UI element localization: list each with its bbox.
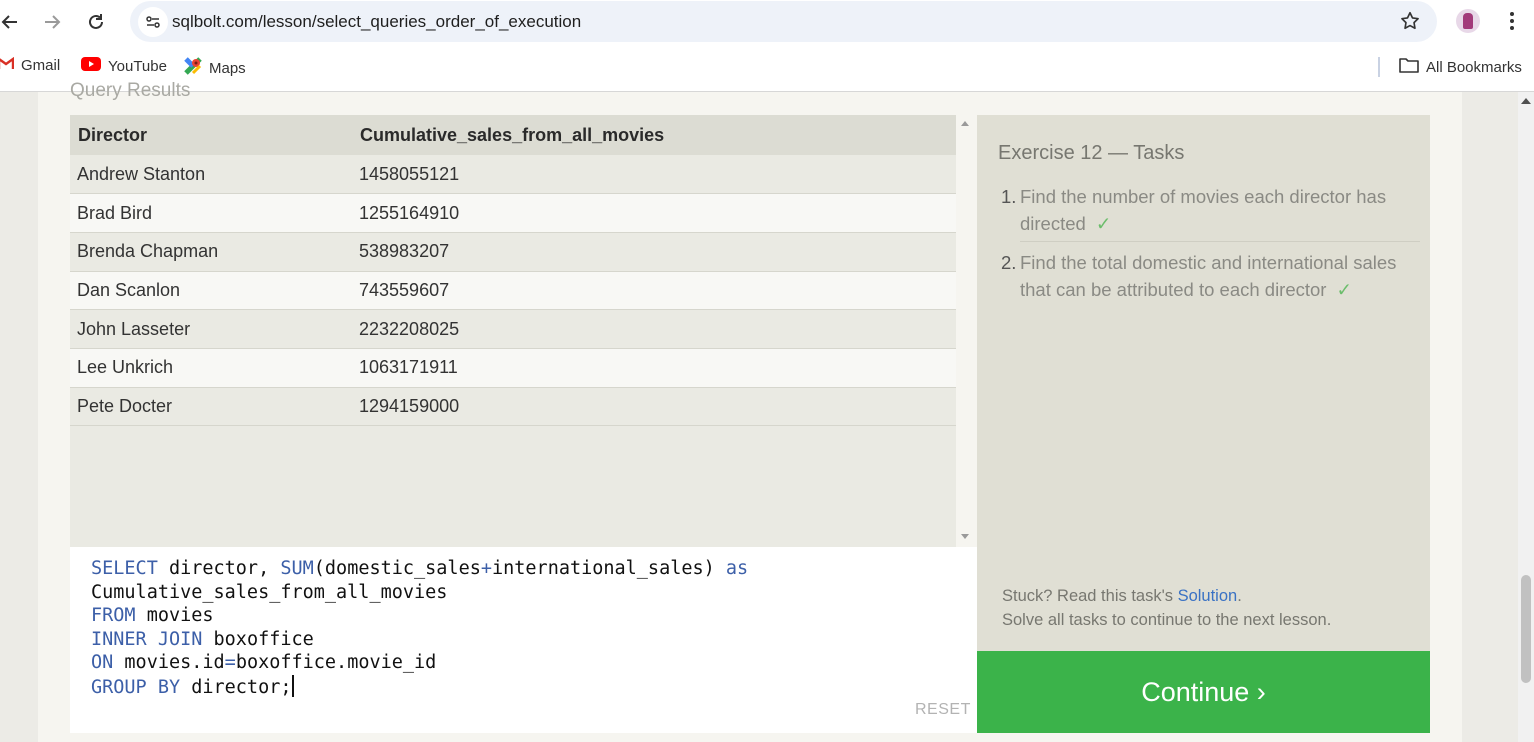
youtube-icon: [81, 57, 101, 75]
browser-menu-icon[interactable]: [1500, 9, 1524, 33]
sql-keyword: SUM: [280, 558, 314, 579]
task-number: 2.: [1001, 252, 1017, 273]
task-item: 1. Find the number of movies each direct…: [1001, 183, 1419, 237]
sql-editor[interactable]: SELECT director, SUM(domestic_sales+inte…: [70, 547, 977, 733]
stuck-hint: Stuck? Read this task's Solution. Solve …: [1002, 584, 1331, 632]
sql-keyword: SELECT: [91, 558, 158, 579]
tasks-panel: Exercise 12 — Tasks 1. Find the number o…: [977, 115, 1430, 651]
column-header: Director: [70, 115, 352, 155]
table-row: Lee Unkrich 1063171911: [70, 348, 956, 388]
table-header-row: Director Cumulative_sales_from_all_movie…: [70, 115, 956, 155]
table-row: Andrew Stanton 1458055121: [70, 155, 956, 195]
scroll-up-arrow-icon[interactable]: [1521, 98, 1531, 104]
folder-icon: [1399, 57, 1419, 77]
table-cell: 743559607: [352, 271, 956, 311]
profile-avatar[interactable]: [1456, 9, 1480, 33]
sql-keyword: +: [480, 558, 492, 579]
bookmarks-separator: [1378, 57, 1380, 77]
text-cursor: [291, 674, 294, 697]
sql-token: movies: [135, 605, 214, 626]
site-settings-icon[interactable]: [138, 7, 168, 37]
bookmark-star-icon[interactable]: [1399, 10, 1421, 32]
sql-keyword: FROM: [91, 605, 136, 626]
browser-chrome: sqlbolt.com/lesson/select_queries_order_…: [0, 0, 1534, 92]
results-scroll-down-icon[interactable]: [961, 534, 969, 539]
table-cell: 538983207: [352, 232, 956, 272]
task-text: Find the number of movies each director …: [1020, 186, 1387, 234]
sql-token: international_sales): [492, 558, 726, 579]
table-cell: Pete Docter: [70, 387, 352, 427]
table-cell: 1458055121: [352, 155, 956, 195]
sql-keyword: INNER JOIN: [91, 628, 203, 650]
query-results-table: Director Cumulative_sales_from_all_movie…: [70, 115, 956, 547]
table-cell: John Lasseter: [70, 309, 352, 349]
page-margin-right: [1462, 92, 1518, 742]
sql-keyword: ON: [91, 652, 114, 673]
sql-token: boxoffice.movie_id: [235, 652, 437, 673]
sql-keyword: GROUP BY: [91, 676, 181, 698]
task-item: 2. Find the total domestic and internati…: [1001, 249, 1419, 303]
bookmark-gmail[interactable]: Gmail: [0, 56, 60, 74]
table-row: Brenda Chapman 538983207: [70, 232, 956, 272]
forward-arrow-icon[interactable]: [36, 6, 68, 38]
address-bar[interactable]: sqlbolt.com/lesson/select_queries_order_…: [130, 1, 1437, 42]
check-icon: ✓: [1336, 279, 1352, 300]
check-icon: ✓: [1095, 213, 1112, 234]
gmail-icon: [0, 56, 15, 74]
task-number: 1.: [1001, 186, 1017, 207]
continue-button[interactable]: Continue ›: [977, 651, 1430, 733]
sql-token: director;: [180, 676, 292, 698]
page-margin-left: [0, 92, 38, 742]
bookmarks-bar: Gmail YouTube Maps All Bookmarks: [0, 54, 1534, 80]
sql-code[interactable]: SELECT director, SUM(domestic_sales+inte…: [91, 557, 748, 699]
table-cell: 2232208025: [352, 309, 956, 349]
table-cell: Andrew Stanton: [70, 155, 352, 195]
page-scrollbar[interactable]: [1518, 92, 1534, 742]
sql-keyword: as: [725, 558, 749, 579]
maps-icon: [184, 57, 202, 79]
table-cell: Dan Scanlon: [70, 271, 352, 311]
sql-keyword: =: [224, 652, 236, 673]
all-bookmarks-button[interactable]: All Bookmarks: [1399, 57, 1522, 77]
sql-token: (domestic_sales: [313, 558, 481, 579]
table-cell: Brenda Chapman: [70, 232, 352, 272]
results-scroll-up-icon[interactable]: [961, 121, 969, 126]
bookmark-youtube[interactable]: YouTube: [81, 57, 167, 75]
table-row: Dan Scanlon 743559607: [70, 271, 956, 311]
tasks-title: Exercise 12 — Tasks: [998, 142, 1185, 164]
solve-all-text: Solve all tasks to continue to the next …: [1002, 611, 1332, 629]
table-cell: Brad Bird: [70, 193, 352, 233]
query-results-label: Query Results: [70, 80, 191, 101]
table-cell: 1255164910: [352, 193, 956, 233]
url-text[interactable]: sqlbolt.com/lesson/select_queries_order_…: [172, 12, 581, 32]
task-divider: [1020, 241, 1420, 242]
sql-token: movies.id: [113, 652, 225, 673]
table-cell: 1294159000: [352, 387, 956, 427]
sql-token: Cumulative_sales_from_all_movies: [91, 581, 448, 603]
table-row: John Lasseter 2232208025: [70, 309, 956, 349]
sql-token: director,: [157, 558, 281, 579]
table-row: Brad Bird 1255164910: [70, 193, 956, 233]
table-cell: Lee Unkrich: [70, 348, 352, 388]
bookmark-maps[interactable]: Maps: [184, 57, 246, 79]
back-arrow-icon[interactable]: [0, 6, 26, 38]
reload-icon[interactable]: [80, 6, 112, 38]
table-cell: 1063171911: [352, 348, 956, 388]
table-row: Pete Docter 1294159000: [70, 387, 956, 427]
scroll-thumb[interactable]: [1521, 575, 1531, 683]
sql-token: boxoffice: [202, 628, 314, 650]
reset-button[interactable]: RESET: [915, 701, 971, 719]
column-header: Cumulative_sales_from_all_movies: [352, 115, 956, 155]
solution-link[interactable]: Solution: [1178, 587, 1238, 605]
